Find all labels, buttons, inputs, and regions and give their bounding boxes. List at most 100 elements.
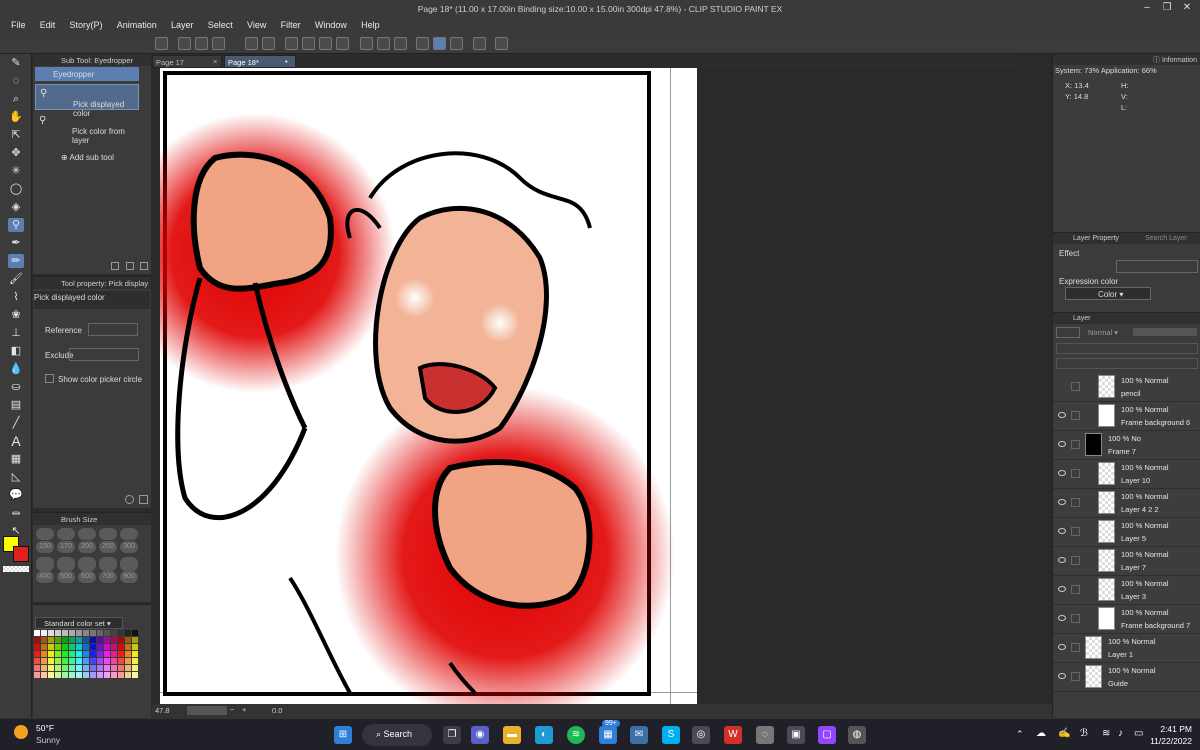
rotation-value[interactable]: 0.0 <box>272 706 282 715</box>
layer-lock-checkbox[interactable] <box>1071 585 1080 594</box>
color-swatch[interactable] <box>104 658 110 664</box>
color-swatch[interactable] <box>62 630 68 636</box>
layer-lock-checkbox[interactable] <box>1071 556 1080 565</box>
layer-lock-checkbox[interactable] <box>1071 382 1080 391</box>
color-swatch[interactable] <box>76 637 82 643</box>
canvas-page[interactable] <box>160 68 697 706</box>
zoom-value[interactable]: 47.8 <box>155 706 170 715</box>
color-swatch[interactable] <box>55 644 61 650</box>
color-set-dropdown[interactable]: Standard color set ▾ <box>35 617 123 629</box>
save-icon[interactable] <box>212 37 225 50</box>
add-subtool-button[interactable]: ⊕ Add sub tool <box>61 153 114 162</box>
teams-icon[interactable]: ◉ <box>471 726 489 744</box>
delete-subtool-icon[interactable] <box>140 262 148 270</box>
color-swatch[interactable] <box>62 644 68 650</box>
color-swatch[interactable] <box>69 630 75 636</box>
layer-lock-checkbox[interactable] <box>1071 498 1080 507</box>
color-swatch[interactable] <box>83 651 89 657</box>
clear-icon[interactable] <box>285 37 298 50</box>
color-swatch[interactable] <box>48 630 54 636</box>
color-swatch[interactable] <box>132 630 138 636</box>
deselect-icon[interactable] <box>360 37 373 50</box>
menu-window[interactable]: Window <box>315 18 347 30</box>
brush-size-preset[interactable] <box>36 528 54 540</box>
volume-icon[interactable]: ♪ <box>1118 728 1123 739</box>
menu-layer[interactable]: Layer <box>171 18 194 30</box>
color-swatch[interactable] <box>90 630 96 636</box>
color-swatch[interactable] <box>76 644 82 650</box>
lasso-icon[interactable]: ◌ <box>8 74 24 88</box>
color-swatch[interactable] <box>34 644 40 650</box>
spotify-icon[interactable]: ≋ <box>567 726 585 744</box>
brush-size-preset[interactable] <box>120 557 138 571</box>
open-icon[interactable] <box>195 37 208 50</box>
wps-icon[interactable]: W <box>724 726 742 744</box>
color-swatch[interactable] <box>69 651 75 657</box>
close-icon[interactable]: ✕ <box>1180 2 1194 16</box>
eyedropper-icon[interactable]: ⚲ <box>8 218 24 232</box>
color-swatch[interactable] <box>97 665 103 671</box>
redo-icon[interactable] <box>262 37 275 50</box>
mail-icon[interactable]: ✉ <box>630 726 648 744</box>
sub-color-swatch[interactable] <box>13 546 29 562</box>
color-swatch[interactable] <box>118 672 124 678</box>
color-swatch[interactable] <box>125 637 131 643</box>
frame-border-icon[interactable]: ▦ <box>8 452 24 466</box>
balloon-icon[interactable]: 💬 <box>8 488 24 502</box>
layer-row[interactable]: 100 % Normal pencil <box>1053 373 1200 402</box>
wifi-icon[interactable]: ≋ <box>1102 728 1110 739</box>
color-swatch[interactable] <box>97 658 103 664</box>
weather-desc[interactable]: Sunny <box>36 735 60 745</box>
color-swatch[interactable] <box>34 630 40 636</box>
reset-icon[interactable] <box>125 495 134 504</box>
eye-icon[interactable] <box>1058 557 1066 563</box>
layer-lock-checkbox[interactable] <box>1071 440 1080 449</box>
color-swatch[interactable] <box>34 658 40 664</box>
color-swatch[interactable] <box>69 637 75 643</box>
twitch-icon[interactable]: ▢ <box>818 726 836 744</box>
color-swatch[interactable] <box>34 672 40 678</box>
color-swatch[interactable] <box>97 637 103 643</box>
color-swatch[interactable] <box>132 672 138 678</box>
object-select-icon[interactable]: ⇱ <box>8 128 24 142</box>
app-icon[interactable]: ▣ <box>787 726 805 744</box>
effect-buttons[interactable] <box>1116 260 1198 273</box>
eye-icon[interactable] <box>1058 586 1066 592</box>
color-swatch[interactable] <box>48 644 54 650</box>
color-swatch[interactable] <box>48 672 54 678</box>
correct-line-icon[interactable]: ⥈ <box>8 506 24 520</box>
layer-toolbar-row[interactable] <box>1056 358 1198 369</box>
layer-row[interactable]: 100 % Normal Frame background 7 <box>1053 605 1200 634</box>
layer-row[interactable]: 100 % Normal Layer 7 <box>1053 547 1200 576</box>
menu-file[interactable]: File <box>11 18 26 30</box>
task-view-icon[interactable]: ❐ <box>443 726 461 744</box>
color-swatch[interactable] <box>90 637 96 643</box>
color-swatch[interactable] <box>76 665 82 671</box>
color-swatch[interactable] <box>97 630 103 636</box>
color-swatch[interactable] <box>97 672 103 678</box>
color-swatch[interactable] <box>62 637 68 643</box>
brush-size-150[interactable]: 150 <box>36 541 54 553</box>
invert-selection-icon[interactable] <box>394 37 407 50</box>
brush-size-preset[interactable] <box>120 528 138 540</box>
color-swatch[interactable] <box>62 665 68 671</box>
maximize-icon[interactable]: ❐ <box>1160 2 1174 16</box>
menu-view[interactable]: View <box>247 18 266 30</box>
color-swatch[interactable] <box>111 637 117 643</box>
clip-studio-launcher-icon[interactable]: ◌ <box>756 726 774 744</box>
chevron-up-icon[interactable]: ⌃ <box>1016 729 1024 740</box>
eye-icon[interactable] <box>1058 528 1066 534</box>
color-swatch[interactable] <box>125 672 131 678</box>
color-swatch[interactable] <box>111 630 117 636</box>
tab-page-18[interactable]: Page 18* • <box>224 55 296 68</box>
brush-size-600[interactable]: 600 <box>78 571 96 583</box>
color-swatch[interactable] <box>104 651 110 657</box>
eye-icon[interactable] <box>1058 412 1066 418</box>
text-tool-icon[interactable]: A <box>8 434 24 448</box>
brush-size-200[interactable]: 200 <box>78 541 96 553</box>
clip-studio-icon[interactable] <box>155 37 168 50</box>
pencil-icon[interactable]: ✏ <box>8 254 24 268</box>
settings-icon[interactable] <box>495 37 508 50</box>
file-explorer-icon[interactable]: ▬ <box>503 726 521 744</box>
hand-icon[interactable]: ✋ <box>8 110 24 124</box>
